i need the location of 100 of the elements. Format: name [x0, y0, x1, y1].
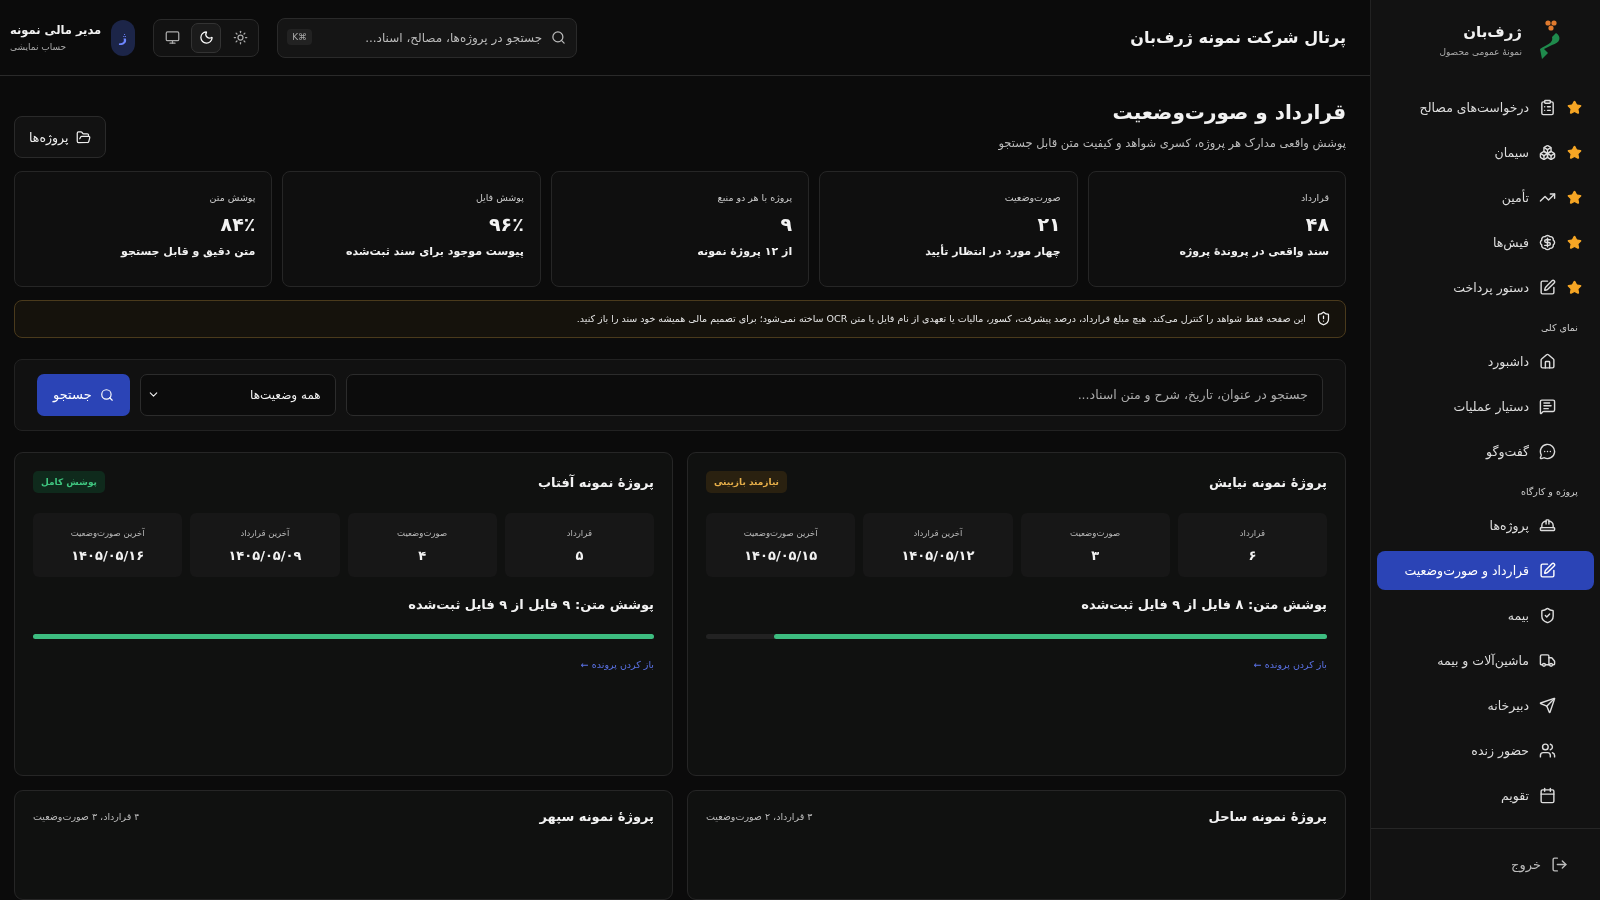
metric-label: آخرین صورت‌وضعیت — [70, 527, 145, 538]
stat-note: سند واقعی در پروندهٔ پروژه — [1178, 245, 1329, 258]
stat-value: ۹ — [779, 213, 793, 235]
project-title: پروژهٔ نمونه آفتاب — [538, 474, 654, 490]
open-file-link[interactable]: باز کردن پرونده ← — [1253, 659, 1327, 670]
metric-label: قرارداد — [1239, 527, 1265, 538]
search-field[interactable]: جستجو در عنوان، تاریخ، شرح و متن اسناد... — [345, 373, 1323, 416]
project-summary: ۴ قرارداد، ۳ صورت‌وضعیت — [33, 811, 140, 822]
brand-tagline: نمونهٔ عمومی محصول — [1439, 47, 1522, 57]
project-title: پروژهٔ نمونه ساحل — [1208, 809, 1327, 824]
metric-value: ۱۴۰۵/۰۵/۱۶ — [71, 547, 145, 563]
nav-item[interactable]: درخواست‌های مصالح — [1377, 88, 1594, 127]
calendar-icon — [1539, 787, 1556, 804]
section-title: نمای کلی — [1539, 321, 1579, 335]
metric-value: ۶ — [1248, 547, 1257, 563]
user-name: مدیر مالی نمونه — [10, 23, 102, 37]
metric-label: صورت‌وضعیت — [397, 527, 448, 538]
theme-button[interactable] — [191, 22, 222, 53]
stat-label: پروژه با هر دو منبع — [716, 192, 793, 203]
nav-item[interactable]: ماشین‌آلات و بیمه — [1377, 641, 1594, 680]
truck-icon — [1539, 652, 1556, 669]
pen-document-icon — [1539, 279, 1556, 296]
logout-button[interactable]: خروج — [1505, 855, 1574, 874]
nav-item[interactable]: حضور زنده — [1377, 731, 1594, 770]
stat-label: پوشش فایل — [474, 192, 524, 203]
stat-label: قرارداد — [1299, 192, 1329, 203]
projects-button[interactable]: پروژه‌ها — [14, 116, 107, 158]
stat-value: ۹۶٪ — [488, 213, 524, 235]
nav-item[interactable]: تقویم — [1377, 776, 1594, 815]
metric-value: ۱۴۰۵/۰۵/۰۹ — [228, 547, 302, 563]
metric-label: آخرین قرارداد — [240, 527, 290, 538]
pen-document-icon — [1539, 562, 1556, 579]
section-title: پروژه و کارگاه — [1519, 485, 1579, 499]
project-title: پروژهٔ نمونه نیایش — [1208, 474, 1327, 490]
project-title: پروژهٔ نمونه سپهر — [539, 809, 654, 824]
stat-value: ۲۱ — [1036, 213, 1061, 235]
brand-name: ژرف‌بان — [1462, 23, 1522, 41]
coverage-text: پوشش متن: ۸ فایل از ۹ فایل ثبت‌شده — [1080, 597, 1327, 612]
nav-item[interactable]: پروژه‌ها — [1377, 506, 1594, 545]
monitor-icon — [164, 30, 180, 45]
portal-title: پرتال شرکت نمونه ژرف‌بان — [1130, 28, 1346, 47]
notice-text: این صفحه فقط شواهد را کنترل می‌کند. هیچ مبلغ قرارداد، درصد پیشرفت، کسور، مالیات یا تعهدی از نام فایل یا متن OCR ساخته نمی‌شود؛ برای تصمیم مالی همیشه خود سند را باز کنید. — [576, 313, 1306, 325]
open-file-link[interactable]: باز کردن پرونده ← — [580, 659, 654, 670]
stat-label: پوشش متن — [208, 192, 256, 203]
dollar-icon — [1539, 234, 1556, 251]
coverage-text: پوشش متن: ۹ فایل از ۹ فایل ثبت‌شده — [407, 597, 654, 612]
metric-label: قرارداد — [566, 527, 592, 538]
metric-value: ۵ — [575, 547, 584, 563]
metric-value: ۱۴۰۵/۰۵/۱۵ — [744, 547, 818, 563]
metric-label: صورت‌وضعیت — [1070, 527, 1121, 538]
hard-hat-icon — [1539, 517, 1556, 534]
star-icon[interactable] — [1567, 100, 1582, 115]
folder-icon — [76, 129, 92, 145]
nav-item[interactable]: فیش‌ها — [1377, 223, 1594, 262]
home-icon — [1539, 353, 1556, 370]
nav-item[interactable]: سیمان — [1377, 133, 1594, 172]
nav-item[interactable]: دستور پرداخت — [1377, 268, 1594, 307]
status-tag: پوشش کامل — [33, 471, 105, 493]
search-icon — [551, 29, 567, 45]
nav-item[interactable]: داشبورد — [1377, 342, 1594, 381]
avatar[interactable]: ژ — [111, 19, 136, 56]
nav-item[interactable]: قرارداد و صورت‌وضعیت — [1377, 551, 1594, 590]
stat-label: صورت‌وضعیت — [1003, 192, 1061, 203]
search-icon — [99, 387, 114, 402]
star-icon[interactable] — [1567, 235, 1582, 250]
send-icon — [1539, 697, 1556, 714]
stat-note: متن دقیق و قابل جستجو — [119, 245, 256, 258]
stat-value: ۴۸ — [1304, 213, 1329, 235]
nav-item[interactable]: دستیار عملیات — [1377, 387, 1594, 426]
metric-label: آخرین قرارداد — [913, 527, 963, 538]
page-title: قرارداد و صورت‌وضعیت — [1111, 100, 1346, 124]
chat-icon — [1539, 443, 1556, 460]
message-icon — [1539, 398, 1556, 415]
metric-value: ۳ — [1091, 547, 1100, 563]
moon-icon — [198, 30, 214, 45]
nav-item[interactable]: دبیرخانه — [1377, 686, 1594, 725]
status-tag: نیازمند بازبینی — [706, 471, 787, 493]
metric-value: ۱۴۰۵/۰۵/۱۲ — [901, 547, 975, 563]
shield-icon — [1539, 607, 1556, 624]
shield-icon — [1316, 311, 1331, 327]
stat-note: چهار مورد در انتظار تأیید — [924, 245, 1061, 258]
nav-item[interactable]: تأمین — [1377, 178, 1594, 217]
page-subtitle: پوشش واقعی مدارک هر پروژه، کسری شواهد و کیفیت متن قابل جستجو — [998, 136, 1346, 150]
star-icon[interactable] — [1567, 190, 1582, 205]
metric-value: ۴ — [418, 547, 427, 563]
star-icon[interactable] — [1567, 280, 1582, 295]
status-select[interactable]: همه وضعیت‌ها — [139, 373, 336, 416]
search-button[interactable]: جستجو — [37, 373, 130, 416]
nav-item[interactable]: بیمه — [1377, 596, 1594, 635]
clipboard-icon — [1539, 99, 1556, 116]
stat-note: پیوست موجود برای سند ثبت‌شده — [344, 245, 524, 258]
metric-label: آخرین صورت‌وضعیت — [743, 527, 818, 538]
project-summary: ۳ قرارداد، ۲ صورت‌وضعیت — [706, 811, 813, 822]
boxes-icon — [1539, 144, 1556, 161]
stat-value: ۸۴٪ — [219, 213, 256, 235]
star-icon[interactable] — [1567, 145, 1582, 160]
logout-icon — [1551, 856, 1568, 873]
nav-item[interactable]: گفت‌وگو — [1377, 432, 1594, 471]
stat-note: از ۱۲ پروژهٔ نمونه — [696, 245, 793, 258]
sun-icon — [232, 30, 248, 45]
